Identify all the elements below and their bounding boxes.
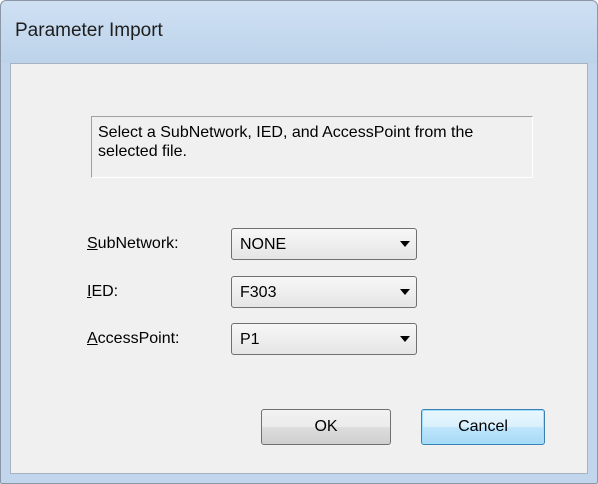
ied-value: F303 — [240, 284, 277, 301]
dialog-body: Select a SubNetwork, IED, and AccessPoin… — [10, 63, 588, 474]
dialog-title: Parameter Import — [15, 20, 163, 41]
dialog-window: Parameter Import Select a SubNetwork, IE… — [0, 0, 598, 484]
chevron-down-icon — [400, 241, 410, 247]
chevron-down-icon — [400, 336, 410, 342]
ied-dropdown[interactable]: F303 — [231, 276, 417, 308]
title-bar[interactable]: Parameter Import — [1, 1, 597, 63]
subnetwork-value: NONE — [240, 236, 287, 253]
accesspoint-dropdown[interactable]: P1 — [231, 323, 417, 355]
accesspoint-label: AccessPoint: — [87, 330, 180, 347]
cancel-button[interactable]: Cancel — [421, 409, 545, 445]
ok-button[interactable]: OK — [261, 409, 391, 445]
accesspoint-value: P1 — [240, 331, 260, 348]
chevron-down-icon — [400, 289, 410, 295]
subnetwork-label: SubNetwork: — [87, 235, 179, 252]
instruction-text: Select a SubNetwork, IED, and AccessPoin… — [91, 116, 533, 178]
subnetwork-dropdown[interactable]: NONE — [231, 228, 417, 260]
ied-label: IED: — [87, 283, 119, 300]
